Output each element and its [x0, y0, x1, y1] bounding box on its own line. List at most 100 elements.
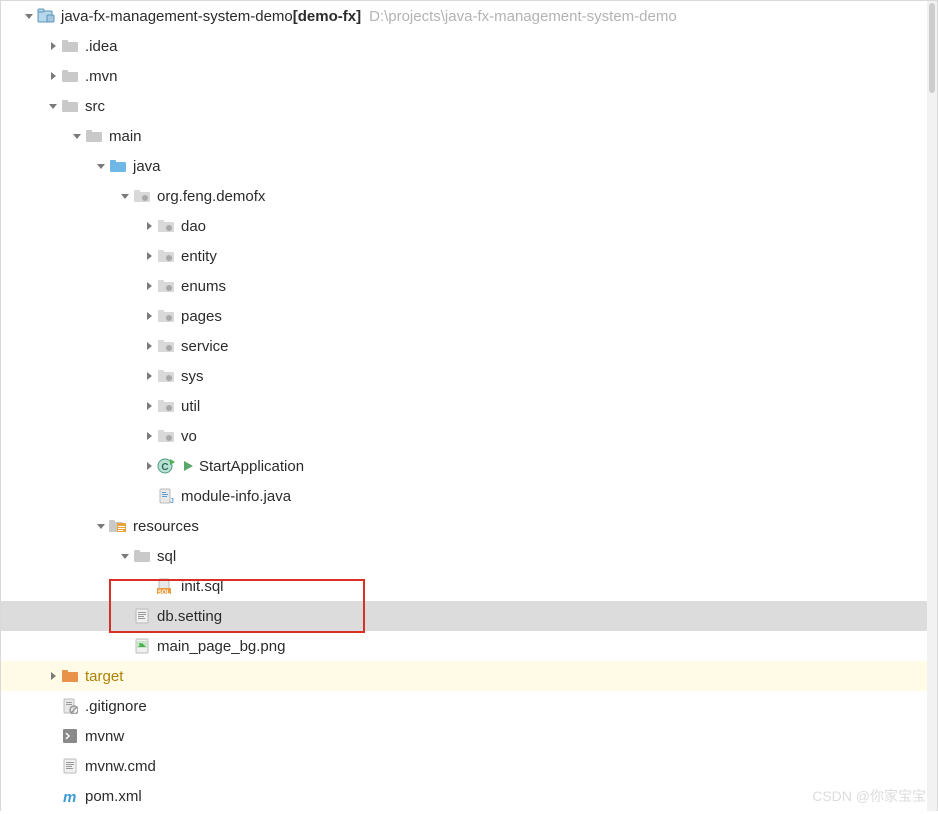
tree-node-dbsetting[interactable]: db.setting: [1, 601, 937, 631]
tree-node-target[interactable]: target: [1, 661, 937, 691]
tree-node-mvnw[interactable]: mvnw: [1, 721, 937, 751]
tree-node-mvnwcmd[interactable]: mvnw.cmd: [1, 751, 937, 781]
tree-label: pom.xml: [85, 788, 142, 805]
expand-arrow-icon[interactable]: [69, 128, 85, 144]
tree-label: vo: [181, 428, 197, 445]
scrollbar[interactable]: [927, 1, 937, 811]
folder-icon: [61, 37, 79, 55]
package-icon: [157, 427, 175, 445]
maven-file-icon: m: [61, 787, 79, 805]
expand-arrow-icon[interactable]: [141, 218, 157, 234]
expand-arrow-icon: [117, 638, 133, 654]
expand-arrow-icon[interactable]: [141, 338, 157, 354]
expand-arrow-icon[interactable]: [21, 8, 37, 24]
expand-arrow-icon: [141, 488, 157, 504]
tree-node-service[interactable]: service: [1, 331, 937, 361]
shell-file-icon: [61, 727, 79, 745]
expand-arrow-icon: [117, 608, 133, 624]
expand-arrow-icon[interactable]: [141, 278, 157, 294]
expand-arrow-icon[interactable]: [93, 518, 109, 534]
expand-arrow-icon[interactable]: [141, 428, 157, 444]
tree-node-pkg[interactable]: org.feng.demofx: [1, 181, 937, 211]
module-name: [demo-fx]: [293, 8, 361, 25]
expand-arrow-icon[interactable]: [117, 188, 133, 204]
tree-node-mvn[interactable]: .mvn: [1, 61, 937, 91]
tree-label: target: [85, 668, 123, 685]
expand-arrow-icon[interactable]: [45, 68, 61, 84]
tree-node-root[interactable]: java-fx-management-system-demo [demo-fx]…: [1, 1, 937, 31]
tree-node-start[interactable]: C StartApplication: [1, 451, 937, 481]
expand-arrow-icon[interactable]: [141, 308, 157, 324]
expand-arrow-icon[interactable]: [141, 248, 157, 264]
expand-arrow-icon[interactable]: [45, 98, 61, 114]
tree-node-sql[interactable]: sql: [1, 541, 937, 571]
expand-arrow-icon[interactable]: [93, 158, 109, 174]
package-icon: [157, 247, 175, 265]
tree-node-mainpng[interactable]: main_page_bg.png: [1, 631, 937, 661]
svg-text:C: C: [161, 462, 168, 473]
sql-file-icon: SQL: [157, 577, 175, 595]
expand-arrow-icon[interactable]: [45, 668, 61, 684]
tree-label: mvnw: [85, 728, 124, 745]
text-file-icon: [133, 607, 151, 625]
excluded-folder-icon: [61, 667, 79, 685]
tree-node-entity[interactable]: entity: [1, 241, 937, 271]
tree-label: .mvn: [85, 68, 118, 85]
tree-label: src: [85, 98, 105, 115]
tree-node-enums[interactable]: enums: [1, 271, 937, 301]
tree-label: main: [109, 128, 142, 145]
package-icon: [157, 397, 175, 415]
tree-node-dao[interactable]: dao: [1, 211, 937, 241]
tree-node-modinfo[interactable]: Jmodule-info.java: [1, 481, 937, 511]
tree-label: java-fx-management-system-demo: [61, 8, 293, 25]
tree-node-util[interactable]: util: [1, 391, 937, 421]
expand-arrow-icon[interactable]: [141, 368, 157, 384]
package-icon: [133, 187, 151, 205]
tree-node-pages[interactable]: pages: [1, 301, 937, 331]
tree-node-vo[interactable]: vo: [1, 421, 937, 451]
package-icon: [157, 337, 175, 355]
expand-arrow-icon: [45, 758, 61, 774]
tree-node-initsql[interactable]: SQL init.sql: [1, 571, 937, 601]
package-icon: [157, 277, 175, 295]
watermark: CSDN @你家宝宝: [812, 786, 926, 806]
tree-node-resources[interactable]: resources: [1, 511, 937, 541]
tree-label: resources: [133, 518, 199, 535]
expand-arrow-icon: [45, 788, 61, 804]
source-folder-icon: [109, 157, 127, 175]
tree-node-idea[interactable]: .idea: [1, 31, 937, 61]
expand-arrow-icon[interactable]: [45, 38, 61, 54]
tree-node-sys[interactable]: sys: [1, 361, 937, 391]
expand-arrow-icon[interactable]: [117, 548, 133, 564]
package-icon: [157, 367, 175, 385]
tree-label: mvnw.cmd: [85, 758, 156, 775]
tree-node-main[interactable]: main: [1, 121, 937, 151]
text-file-icon: [61, 757, 79, 775]
tree-label: sql: [157, 548, 176, 565]
expand-arrow-icon[interactable]: [141, 458, 157, 474]
tree-label: enums: [181, 278, 226, 295]
svg-text:SQL: SQL: [158, 590, 171, 594]
tree-label: StartApplication: [199, 458, 304, 475]
expand-arrow-icon: [45, 698, 61, 714]
image-file-icon: [133, 637, 151, 655]
expand-arrow-icon[interactable]: [141, 398, 157, 414]
tree-label: init.sql: [181, 578, 224, 595]
tree-node-gitignore[interactable]: .gitignore: [1, 691, 937, 721]
scrollbar-thumb[interactable]: [929, 3, 935, 93]
tree-node-pom[interactable]: m pom.xml: [1, 781, 937, 811]
tree-node-src[interactable]: src: [1, 91, 937, 121]
gitignore-file-icon: [61, 697, 79, 715]
tree-label: service: [181, 338, 229, 355]
module-icon: [37, 7, 55, 25]
svg-text:m: m: [63, 789, 76, 804]
project-tree[interactable]: java-fx-management-system-demo [demo-fx]…: [0, 0, 938, 811]
tree-label: entity: [181, 248, 217, 265]
package-icon: [157, 217, 175, 235]
expand-arrow-icon: [141, 578, 157, 594]
tree-label: pages: [181, 308, 222, 325]
tree-label: util: [181, 398, 200, 415]
class-run-icon: C: [157, 457, 175, 475]
tree-node-java[interactable]: java: [1, 151, 937, 181]
tree-label: sys: [181, 368, 204, 385]
